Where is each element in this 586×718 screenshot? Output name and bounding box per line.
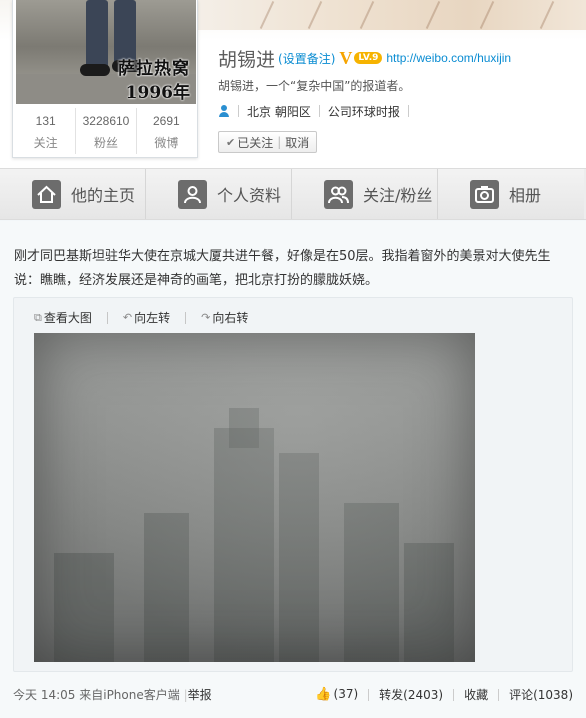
friends-icon [324, 179, 353, 209]
avatar-card: 萨拉热窝 1996年 131 关注 3228610 粉丝 2691 微博 [12, 0, 198, 158]
follow-status-button[interactable]: ✔ 已关注 | 取消 [218, 131, 318, 153]
avatar[interactable]: 萨拉热窝 1996年 [16, 0, 196, 104]
post-time[interactable]: 今天 14:05 [13, 688, 75, 702]
stat-followers[interactable]: 3228610 粉丝 [76, 108, 137, 154]
profile-icon [178, 179, 207, 209]
media-toolbar: ⧉ 查看大图 ↶ 向左转 ↷ 向右转 [34, 309, 248, 326]
thumbs-up-icon: 👍 [315, 687, 332, 702]
profile-url-link[interactable]: http://weibo.com/huxijin [386, 51, 511, 65]
tab-label: 个人资料 [217, 186, 282, 205]
stat-value: 3228610 [82, 114, 130, 128]
rotate-left-button[interactable]: ↶ 向左转 [123, 309, 170, 326]
profile-stats: 131 关注 3228610 粉丝 2691 微博 [16, 108, 196, 154]
divider [498, 688, 500, 701]
level-badge[interactable]: LV.9 [354, 52, 383, 64]
avatar-caption-place: 萨拉热窝 [118, 59, 190, 79]
cover-image [196, 0, 586, 30]
profile-name: 胡锡进 [218, 48, 276, 71]
profile-nav: 他的主页 个人资料 关注/粉丝 相册 [0, 168, 586, 220]
divider [368, 688, 370, 701]
profile-header: 萨拉热窝 1996年 131 关注 3228610 粉丝 2691 微博 胡锡进… [0, 0, 586, 168]
post-source[interactable]: 来自iPhone客户端 [79, 688, 180, 702]
stat-value: 2691 [152, 114, 180, 128]
profile-company[interactable]: 公司环球时报 [328, 103, 400, 120]
feed: 刚才同巴基斯坦驻华大使在京城大厦共进午餐，好像是在50层。我指着窗外的美景对大使… [0, 221, 586, 718]
like-button[interactable]: 👍 (37) [315, 687, 358, 702]
stat-label: 粉丝 [93, 136, 118, 150]
unfollow-button[interactable]: 取消 [285, 134, 309, 151]
divider [238, 105, 239, 117]
avatar-caption-year: 1996年 [125, 83, 190, 103]
tool-label: 查看大图 [43, 311, 92, 325]
rotate-right-button[interactable]: ↷ 向右转 [201, 309, 248, 326]
stat-value: 131 [35, 114, 56, 128]
camera-icon [470, 179, 499, 209]
tool-label: 向右转 [212, 311, 249, 325]
divider [185, 311, 187, 324]
tool-label: 向左转 [134, 311, 171, 325]
tab-home[interactable]: 他的主页 [0, 169, 146, 219]
stat-posts[interactable]: 2691 微博 [137, 108, 196, 154]
profile-location[interactable]: 北京 朝阳区 [247, 103, 311, 120]
tab-label: 相册 [509, 186, 542, 205]
home-icon [32, 179, 61, 209]
tab-label: 关注/粉丝 [363, 186, 433, 205]
divider [453, 688, 455, 701]
person-icon [218, 105, 230, 117]
rotate-left-icon: ↶ [122, 311, 133, 324]
profile-bio: 胡锡进，一个“复杂中国”的报道者。 [218, 79, 411, 93]
comment-button[interactable]: 评论(1038) [509, 686, 573, 703]
post-photo[interactable] [34, 333, 475, 662]
repost-button[interactable]: 转发(2403) [379, 686, 443, 703]
view-large-icon: ⧉ [34, 310, 42, 324]
follow-state-label: 已关注 [237, 135, 274, 150]
view-large-button[interactable]: ⧉ 查看大图 [34, 309, 92, 326]
stat-label: 关注 [33, 136, 58, 150]
divider: | [277, 135, 282, 149]
stat-following[interactable]: 131 关注 [16, 108, 77, 154]
set-remark-link[interactable]: (设置备注) [278, 50, 335, 67]
tab-follow-fans[interactable]: 关注/粉丝 [292, 169, 438, 219]
stat-label: 微博 [154, 136, 179, 150]
profile-name-row: 胡锡进 (设置备注) V LV.9 http://weibo.com/huxij… [218, 45, 511, 71]
rotate-right-icon: ↷ [201, 311, 211, 324]
report-link[interactable]: 举报 [188, 688, 212, 702]
divider [318, 105, 320, 117]
tab-profile[interactable]: 个人资料 [146, 169, 292, 219]
check-icon: ✔ [226, 135, 236, 149]
verified-v-icon[interactable]: V [339, 48, 352, 69]
post-footer: 今天 14:05 来自iPhone客户端 |举报 👍 (37) 转发(2403) … [13, 686, 573, 704]
tab-label: 他的主页 [71, 186, 136, 205]
post-text: 刚才同巴基斯坦驻华大使在京城大厦共进午餐，好像是在50层。我指着窗外的美景对大使… [14, 249, 551, 288]
divider [106, 311, 108, 324]
media-box: ⧉ 查看大图 ↶ 向左转 ↷ 向右转 [13, 297, 573, 672]
divider [407, 105, 409, 117]
tab-album[interactable]: 相册 [438, 169, 584, 219]
favorite-button[interactable]: 收藏 [464, 686, 488, 703]
profile-meta: 北京 朝阳区 公司环球时报 [218, 103, 417, 119]
like-count: (37) [333, 687, 359, 701]
